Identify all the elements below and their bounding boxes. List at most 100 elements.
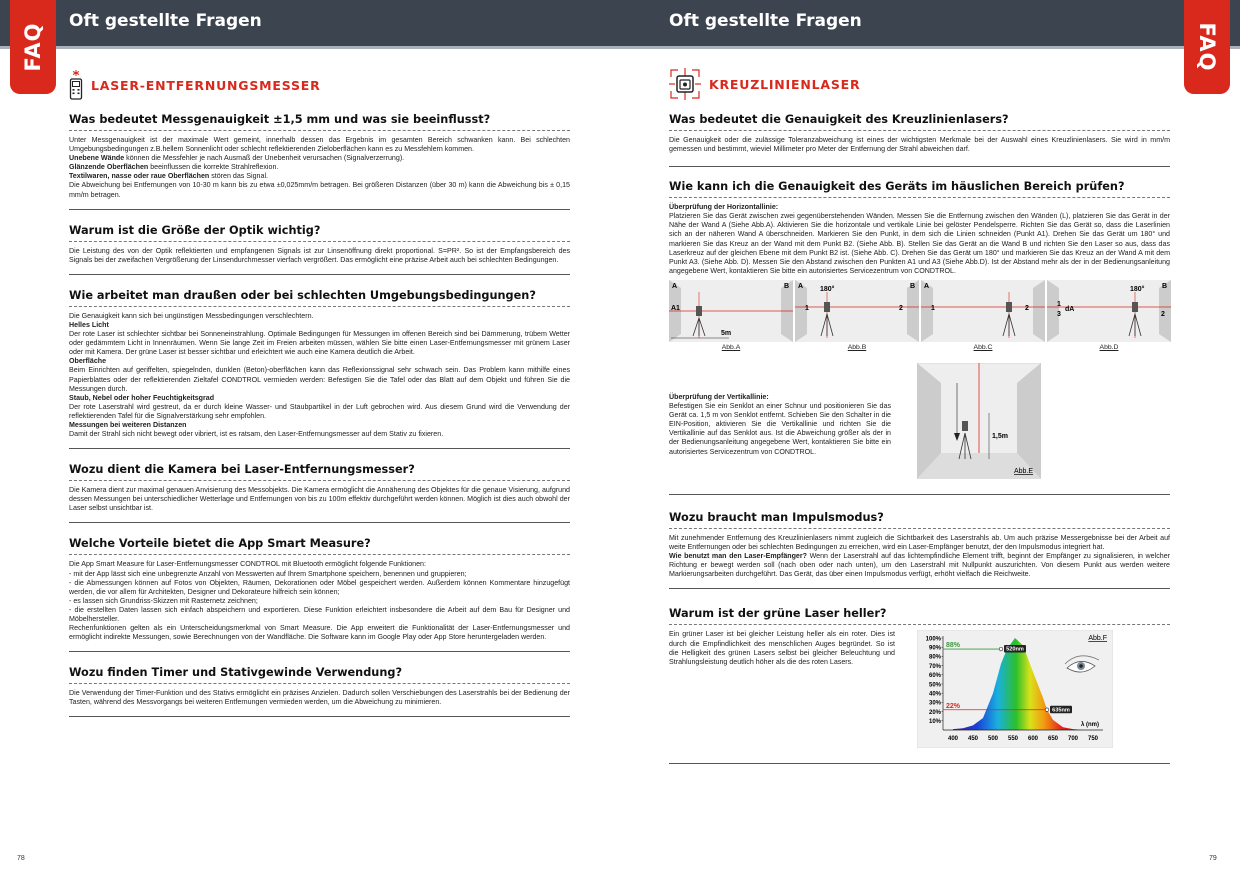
y-tick-label: 90% [929,646,942,652]
faq-answer: - die Abmessungen können auf Fotos von O… [69,578,570,596]
faq-bold-lead: Oberfläche [69,357,107,366]
plumb-line-illustration: 1,5m Abb.E [916,362,1042,480]
faq-section: Wie arbeitet man draußen oder bei schlec… [69,289,570,450]
room-illustration: A B A1 5m [669,279,793,342]
faq-tab-left: FAQ [10,0,56,94]
annotation-value: 22% [946,703,961,710]
wall-label-b: B [910,283,915,290]
faq-section: Wie kann ich die Genauigkeit des Geräts … [669,180,1171,495]
wall-label-b: B [1029,280,1034,281]
category-heading-left: LASER-ENTFERNUNGSMESSER [69,70,321,100]
faq-question: Warum ist die Größe der Optik wichtig? [69,224,570,242]
figure-caption: Abb.C [973,343,993,351]
faq-answer-line: Beim Einrichten auf geriffelten, spiegel… [69,366,570,393]
y-tick-label: 70% [929,664,942,670]
annotation-label: 520nm [1006,647,1024,653]
figure-caption: Abb.F [1088,635,1107,642]
faq-section: Was bedeutet Messgenauigkeit ±1,5 mm und… [69,113,570,210]
faq-answer-line: Die Abweichung bei Entfernungen von 10-3… [69,181,570,199]
faq-bold-lead: Glänzende Oberflächen [69,163,149,172]
distance-label: 5m [721,330,731,337]
faq-answer-line: - mit der App lässt sich eine unbegrenzt… [69,570,570,579]
faq-tab-right: FAQ [1184,0,1230,94]
room-illustration: A B 1 2 [921,279,1045,342]
right-faq-column: Was bedeutet die Genauigkeit des Kreuzli… [669,104,1171,765]
faq-answer: Damit der Strahl sich nicht bewegt oder … [69,430,444,439]
figure-c: A B 1 2 Abb.C [921,279,1045,351]
faq-subheading: Überprüfung der Vertikallinie: [669,392,769,401]
point-label: A1 [671,305,680,312]
room-illustration: A B 1 2 180° [795,279,919,342]
faq-section: Warum ist die Größe der Optik wichtig? Di… [69,224,570,275]
x-tick-label: 500 [988,736,999,742]
faq-answer: Die App Smart Measure für Laser-Entfernu… [69,560,426,569]
wall-label-b: B [784,283,789,290]
faq-bold-lead: Staub, Nebel oder hoher Feuchtigkeitsgra… [69,393,215,402]
wall-label-a: A [924,283,929,290]
faq-answer-line: Unter Messgenauigkeit ist der maximale W… [69,136,570,154]
y-tick-label: 20% [929,710,942,716]
faq-answer-line: Oberfläche [69,357,570,366]
faq-answer-line: Staub, Nebel oder hoher Feuchtigkeitsgra… [69,394,570,403]
annotation-point [998,647,1004,652]
header-divider [0,46,1240,49]
faq-answer: Unter Messgenauigkeit ist der maximale W… [69,136,570,154]
faq-label: FAQ [1195,22,1219,72]
faq-question: Wozu finden Timer und Stativgewinde Verw… [69,666,570,685]
faq-answer: stören das Signal. [209,172,268,181]
faq-answer-line: Rechenfunktionen gelten als ein Untersch… [69,624,570,642]
page-number-right: 79 [1209,855,1217,862]
faq-section: Wozu braucht man Impulsmodus? Mit zunehm… [669,511,1170,590]
faq-answer-line: Die Verwendung der Timer-Funktion und de… [69,689,570,707]
faq-answer-line: Helles Licht [69,321,570,330]
faq-answer: beeinflussen die korrekte Strahlreflexio… [148,163,279,172]
faq-answer-line: Die Kamera dient zur maximal genauen Anv… [69,486,570,513]
faq-section: Welche Vorteile bietet die App Smart Mea… [69,537,570,653]
faq-answer: Befestigen Sie ein Senklot an einer Schn… [669,402,891,456]
faq-answer: Der rote Laserstrahl wird gestreut, da e… [69,402,570,420]
point-label: 1 [1057,301,1061,308]
point-label: 3 [1057,311,1061,318]
faq-answer-line: Die App Smart Measure für Laser-Entfernu… [69,560,570,569]
faq-answer: Ein grüner Laser ist bei gleicher Leistu… [669,630,895,666]
faq-question: Warum ist der grüne Laser heller? [669,607,1170,626]
figure-e: 1,5m Abb.E [916,362,1042,484]
faq-question: Wozu braucht man Impulsmodus? [669,511,1170,529]
point-label: 2 [1025,305,1029,312]
faq-section: Wozu finden Timer und Stativgewinde Verw… [69,666,570,718]
faq-answer-line: Glänzende Oberflächen beeinflussen die k… [69,163,570,172]
x-tick-label: 550 [1008,736,1019,742]
faq-answer-line: Messungen bei weiteren Distanzen [69,421,570,430]
distance-label: 1,5m [992,433,1008,440]
figure-caption: Abb.A [721,343,741,351]
faq-answer: - mit der App lässt sich eine unbegrenzt… [69,569,467,578]
faq-answer: Platzieren Sie das Gerät zwischen zwei g… [669,212,1170,275]
faq-answer-line: - die erstellten Daten lassen sich einfa… [69,606,570,624]
faq-question: Welche Vorteile bietet die App Smart Mea… [69,537,570,556]
faq-section: Wozu dient die Kamera bei Laser-Entfernu… [69,463,570,524]
faq-answer-line: Damit der Strahl sich nicht bewegt oder … [69,430,570,439]
faq-bold-lead: Helles Licht [69,320,109,329]
faq-answer-line: - die Abmessungen können auf Fotos von O… [69,579,570,597]
figure-caption: Abb.D [1099,343,1119,351]
category-title: KREUZLINIENLASER [709,76,861,92]
category-title: LASER-ENTFERNUNGSMESSER [91,77,321,93]
x-tick-label: 650 [1048,736,1059,742]
faq-answer-line: Unebene Wände können die Messfehler je n… [69,154,570,163]
faq-section: Was bedeutet die Genauigkeit des Kreuzli… [669,113,1170,168]
faq-answer: Der rote Laser ist schlechter sichtbar b… [69,330,570,357]
annotation-label: 635nm [1052,708,1070,714]
point-label: 1 [931,305,935,312]
faq-answer-line: - es lassen sich Grundriss-Skizzen mit R… [69,597,570,606]
rotation-label: 180° [1130,285,1145,293]
faq-question: Was bedeutet die Genauigkeit des Kreuzli… [669,113,1170,131]
deviation-label: dA [1065,306,1074,313]
faq-answer-line: Die Leistung des von der Optik reflektie… [69,247,570,265]
faq-answer-line: Der rote Laserstrahl wird gestreut, da e… [69,403,570,421]
category-heading-right: KREUZLINIENLASER [669,68,860,100]
point-label: 2 [899,305,903,312]
x-axis-label: λ (nm) [1081,722,1099,728]
faq-answer-line: Der rote Laser ist schlechter sichtbar b… [69,330,570,357]
cross-line-laser-icon [669,68,701,100]
figure-caption: Abb.B [847,343,867,351]
